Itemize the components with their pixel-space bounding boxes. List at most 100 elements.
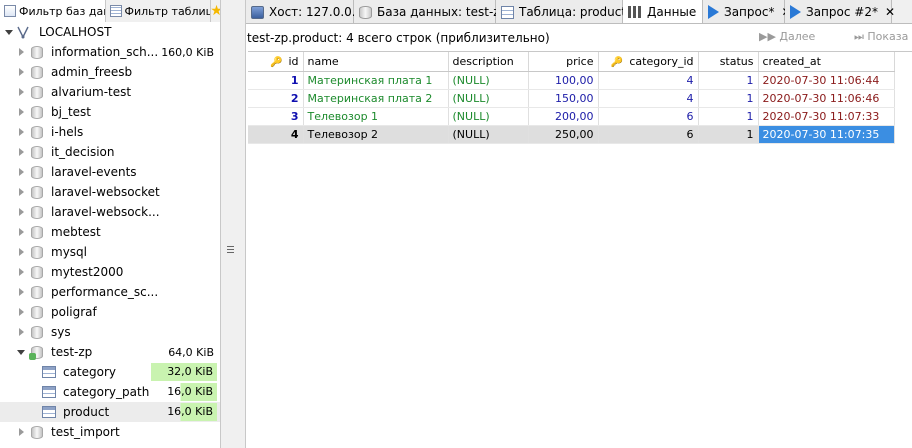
splitter-grip-icon[interactable] <box>227 245 234 253</box>
tree-item-database[interactable]: laravel-events <box>0 162 220 182</box>
tree-item-database[interactable]: sys <box>0 322 220 342</box>
column-header-description[interactable]: description <box>448 52 529 72</box>
show-all-button[interactable]: ⏭ Показа <box>854 30 908 44</box>
column-header-category-id[interactable]: 🔑 category_id <box>598 52 699 72</box>
collapsed-arrow-icon[interactable] <box>19 148 24 156</box>
cell-created-at-focused[interactable]: 2020-07-30 11:07:35 <box>758 125 895 144</box>
tree-host-localhost[interactable]: LOCALHOST <box>0 22 220 42</box>
column-header-price[interactable]: price <box>528 52 599 72</box>
table-row[interactable]: 1 Материнская плата 1 (NULL) 100,00 4 1 … <box>248 71 895 90</box>
cell-created-at[interactable]: 2020-07-30 11:07:33 <box>758 107 895 126</box>
collapsed-arrow-icon[interactable] <box>19 308 24 316</box>
cell-category-id[interactable]: 4 <box>598 89 699 108</box>
next-button[interactable]: ▶▶ Далее <box>759 30 815 43</box>
tab-data[interactable]: Данные <box>623 0 703 23</box>
tree-item-database[interactable]: performance_sc... <box>0 282 220 302</box>
cell-created-at[interactable]: 2020-07-30 11:06:44 <box>758 71 895 90</box>
table-row[interactable]: 3 Телевозор 1 (NULL) 200,00 6 1 2020-07-… <box>248 107 895 126</box>
tab-database[interactable]: База данных: test-zp <box>354 0 507 23</box>
collapsed-arrow-icon[interactable] <box>19 248 24 256</box>
database-name: performance_sc... <box>51 285 159 299</box>
column-header-name[interactable]: name <box>303 52 449 72</box>
tree-item-table[interactable]: category_path 16,0 KiB <box>0 382 220 402</box>
cell-price[interactable]: 150,00 <box>528 89 599 108</box>
collapsed-arrow-icon[interactable] <box>19 428 24 436</box>
expand-arrow-icon[interactable] <box>5 30 13 35</box>
tree-item-database[interactable]: poligraf <box>0 302 220 322</box>
tree-item-database[interactable]: admin_freesb <box>0 62 220 82</box>
collapsed-arrow-icon[interactable] <box>19 108 24 116</box>
collapsed-arrow-icon[interactable] <box>19 168 24 176</box>
database-name: admin_freesb <box>51 65 133 79</box>
tab-db-filter[interactable]: Фильтр баз дан <box>0 0 106 22</box>
table-icon <box>501 5 514 19</box>
tree-item-database[interactable]: test_import <box>0 422 220 442</box>
cell-description[interactable]: (NULL) <box>448 125 529 144</box>
cell-category-id[interactable]: 6 <box>598 107 699 126</box>
collapsed-arrow-icon[interactable] <box>19 288 24 296</box>
cell-description[interactable]: (NULL) <box>448 71 529 90</box>
tree-item-database[interactable]: bj_test <box>0 102 220 122</box>
cell-status[interactable]: 1 <box>698 125 759 144</box>
tree-item-database[interactable]: information_sch... 160,0 KiB <box>0 42 220 62</box>
cell-price[interactable]: 250,00 <box>528 125 599 144</box>
cell-description[interactable]: (NULL) <box>448 107 529 126</box>
column-header-id[interactable]: 🔑 id <box>248 52 304 72</box>
cell-category-id[interactable]: 4 <box>598 71 699 90</box>
collapsed-arrow-icon[interactable] <box>19 48 24 56</box>
tab-table-filter[interactable]: Фильтр таблиц <box>105 0 212 22</box>
tab-host[interactable]: Хост: 127.0.0.1 <box>246 0 363 23</box>
tab-query-2[interactable]: Запрос #2* ✕ <box>785 0 895 23</box>
tree-item-table-selected[interactable]: product 16,0 KiB <box>0 402 220 422</box>
tree-item-database[interactable]: mysql <box>0 242 220 262</box>
expand-arrow-icon[interactable] <box>17 350 25 355</box>
cell-price[interactable]: 100,00 <box>528 71 599 90</box>
cell-name[interactable]: Телевозор 1 <box>303 107 449 126</box>
collapsed-arrow-icon[interactable] <box>19 88 24 96</box>
tree-item-database[interactable]: mebtest <box>0 222 220 242</box>
tree-item-database[interactable]: alvarium-test <box>0 82 220 102</box>
cell-name[interactable]: Телевозор 2 <box>303 125 449 144</box>
play-icon <box>708 5 719 19</box>
collapsed-arrow-icon[interactable] <box>19 228 24 236</box>
collapsed-arrow-icon[interactable] <box>19 128 24 136</box>
database-icon <box>31 46 43 59</box>
database-name: information_sch... <box>51 45 159 59</box>
tree-item-database[interactable]: i-hels <box>0 122 220 142</box>
cell-status[interactable]: 1 <box>698 71 759 90</box>
tree-item-database[interactable]: mytest2000 <box>0 262 220 282</box>
collapsed-arrow-icon[interactable] <box>19 328 24 336</box>
favorites-star-button[interactable]: ★ <box>211 0 220 22</box>
cell-id[interactable]: 3 <box>248 107 304 126</box>
close-icon[interactable]: ✕ <box>885 5 895 19</box>
tree-item-database[interactable]: it_decision <box>0 142 220 162</box>
collapsed-arrow-icon[interactable] <box>19 68 24 76</box>
tab-query-1[interactable]: Запрос* ✕ <box>703 0 792 23</box>
tree-item-database[interactable]: laravel-websocket <box>0 182 220 202</box>
cell-name[interactable]: Материнская плата 1 <box>303 71 449 90</box>
tab-table[interactable]: Таблица: product <box>496 0 626 23</box>
tree-item-table[interactable]: category 32,0 KiB <box>0 362 220 382</box>
cell-description[interactable]: (NULL) <box>448 89 529 108</box>
panel-splitter[interactable] <box>221 0 246 448</box>
cell-name[interactable]: Материнская плата 2 <box>303 89 449 108</box>
cell-created-at[interactable]: 2020-07-30 11:06:46 <box>758 89 895 108</box>
cell-id[interactable]: 2 <box>248 89 304 108</box>
cell-status[interactable]: 1 <box>698 89 759 108</box>
collapsed-arrow-icon[interactable] <box>19 268 24 276</box>
collapsed-arrow-icon[interactable] <box>19 188 24 196</box>
cell-status[interactable]: 1 <box>698 107 759 126</box>
cell-category-id[interactable]: 6 <box>598 125 699 144</box>
cell-id[interactable]: 1 <box>248 71 304 90</box>
column-header-label: price <box>566 54 594 68</box>
table-row[interactable]: 2 Материнская плата 2 (NULL) 150,00 4 1 … <box>248 89 895 108</box>
collapsed-arrow-icon[interactable] <box>19 208 24 216</box>
tree-item-database[interactable]: laravel-websock... <box>0 202 220 222</box>
database-name: i-hels <box>51 125 84 139</box>
table-row-selected[interactable]: 4 Телевозор 2 (NULL) 250,00 6 1 2020-07-… <box>248 125 895 144</box>
cell-price[interactable]: 200,00 <box>528 107 599 126</box>
column-header-status[interactable]: status <box>698 52 759 72</box>
cell-id[interactable]: 4 <box>248 125 304 144</box>
column-header-created-at[interactable]: created_at <box>758 52 895 72</box>
tree-item-database-test-zp[interactable]: test-zp 64,0 KiB <box>0 342 220 362</box>
